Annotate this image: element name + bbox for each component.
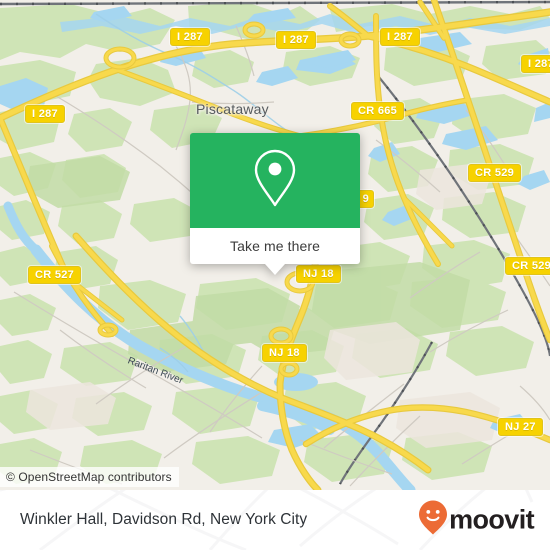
road-shield-i287-top-center[interactable]: I 287	[276, 31, 316, 49]
road-shield-cr665[interactable]: CR 665	[351, 102, 405, 120]
location-title: Winkler Hall, Davidson Rd, New York City	[20, 511, 308, 528]
map-pin-icon	[252, 148, 298, 213]
road-shield-nj18-lower[interactable]: NJ 18	[262, 344, 307, 362]
road-shield-i287-top-left[interactable]: I 287	[170, 28, 210, 46]
road-shield-nj18-upper[interactable]: NJ 18	[296, 265, 341, 283]
road-shield-i287-left[interactable]: I 287	[25, 105, 65, 123]
road-shield-cr527[interactable]: CR 527	[28, 266, 82, 284]
map-screen: Piscataway Raritan River I 287 I 287 I 2…	[0, 0, 550, 550]
bottom-info-bar: Winkler Hall, Davidson Rd, New York City…	[0, 490, 550, 550]
location-popup-card[interactable]: Take me there	[190, 133, 360, 275]
popup-pointer-tail	[265, 264, 285, 275]
popup-cta-button[interactable]: Take me there	[190, 228, 360, 264]
road-shield-i287-top-right[interactable]: I 287	[380, 28, 420, 46]
road-shield-cr529-lower[interactable]: CR 529	[505, 257, 550, 275]
road-shield-i287-right-edge[interactable]: I 287	[521, 55, 550, 73]
map-attribution[interactable]: © OpenStreetMap contributors	[0, 467, 179, 487]
moovit-wordmark: moovit	[449, 504, 535, 535]
popup-cta-label: Take me there	[229, 238, 320, 254]
road-shield-cr529-upper[interactable]: CR 529	[468, 164, 522, 182]
popup-image-area	[190, 133, 360, 228]
moovit-logo[interactable]: moovit	[418, 500, 535, 541]
moovit-smiley-pin-icon	[418, 500, 448, 541]
road-shield-nj27[interactable]: NJ 27	[498, 418, 543, 436]
